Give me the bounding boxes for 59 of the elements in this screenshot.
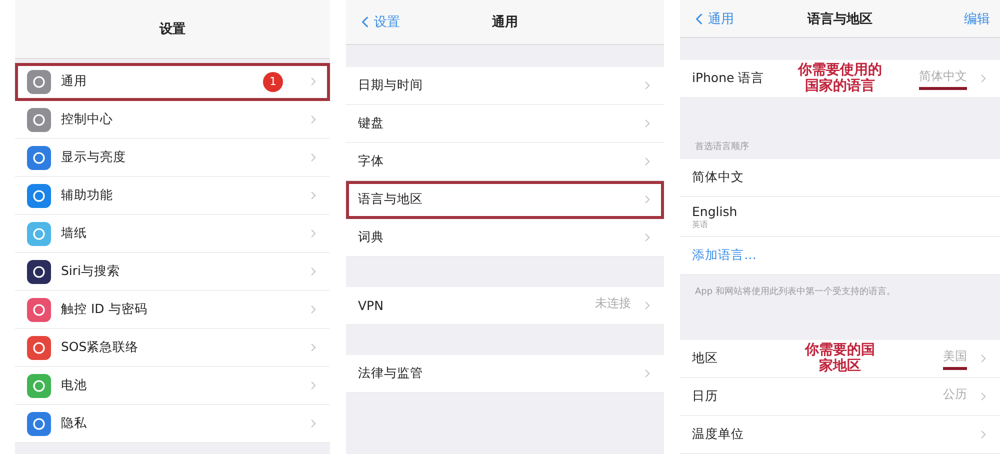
- row-label: Siri与搜索: [61, 263, 120, 280]
- row-label: 隐私: [61, 415, 87, 432]
- row-value: 简体中文: [919, 68, 967, 90]
- row-label: 地区: [692, 350, 718, 367]
- row-label: 触控 ID 与密码: [61, 301, 148, 318]
- annotation-note: 你需要的国 家地区: [805, 342, 875, 374]
- list-row[interactable]: 地区 你需要的国 家地区 美国: [680, 340, 1000, 378]
- list-row[interactable]: 辅助功能: [15, 177, 330, 215]
- annotation-note: 你需要使用的 国家的语言: [798, 62, 882, 94]
- row-label: 日期与时间: [358, 77, 423, 94]
- row-label: 电池: [61, 377, 87, 394]
- row-value: 美国: [943, 348, 967, 370]
- list-row[interactable]: 法律与监管: [346, 355, 664, 393]
- row-label: 法律与监管: [358, 365, 423, 382]
- list-row[interactable]: 词典: [346, 219, 664, 257]
- row-label: 显示与亮度: [61, 149, 126, 166]
- row-label: iPhone 语言: [692, 70, 764, 87]
- section-footer: App 和网站将使用此列表中第一个受支持的语言。: [680, 275, 1000, 310]
- list-row[interactable]: 墙纸: [15, 215, 330, 253]
- list-row[interactable]: iPhone 语言 你需要使用的 国家的语言 简体中文: [680, 60, 1000, 98]
- row-label: 语言与地区: [358, 191, 423, 208]
- row-value: 公历: [943, 386, 967, 402]
- list-row[interactable]: 触控 ID 与密码: [15, 291, 330, 329]
- row-label: 辅助功能: [61, 187, 113, 204]
- row-label: 键盘: [358, 115, 384, 132]
- list-row[interactable]: 键盘: [346, 105, 664, 143]
- screen-title: 设置: [160, 21, 186, 38]
- highlighted-list-row[interactable]: 语言与地区: [346, 181, 664, 219]
- list-row[interactable]: 电池: [15, 367, 330, 405]
- screen-title: 通用: [492, 14, 518, 31]
- row-value: 未连接: [595, 294, 631, 312]
- list-row[interactable]: 日历 公历: [680, 378, 1000, 416]
- list-row[interactable]: Siri与搜索: [15, 253, 330, 291]
- list-row[interactable]: 隐私: [15, 405, 330, 443]
- row-label: SOS紧急联络: [61, 339, 139, 356]
- row-label: 控制中心: [61, 111, 113, 128]
- row-label: 通用: [61, 73, 87, 90]
- list-row[interactable]: 显示与亮度: [15, 139, 330, 177]
- highlighted-list-row[interactable]: 通用 1: [15, 63, 330, 101]
- list-row[interactable]: 日期与时间: [346, 67, 664, 105]
- row-sublabel: 英语: [692, 219, 709, 230]
- list-row[interactable]: VPN 未连接: [346, 287, 664, 325]
- row-label: 词典: [358, 229, 384, 246]
- list-row[interactable]: 温度单位: [680, 416, 1000, 454]
- list-row[interactable]: SOS紧急联络: [15, 329, 330, 367]
- row-label: 简体中文: [692, 169, 744, 186]
- list-row[interactable]: 控制中心: [15, 101, 330, 139]
- row-label: 日历: [692, 388, 718, 405]
- list-row[interactable]: 字体: [346, 143, 664, 181]
- list-row[interactable]: English 英语: [680, 197, 1000, 237]
- row-label: 字体: [358, 153, 384, 170]
- screen-title: 语言与地区: [808, 10, 872, 28]
- list-row[interactable]: 简体中文: [680, 159, 1000, 197]
- notification-badge: 1: [263, 72, 283, 92]
- row-label: English: [692, 204, 738, 218]
- row-label: VPN: [358, 298, 384, 313]
- section-header: 首选语言顺序: [694, 140, 750, 154]
- row-label: 墙纸: [61, 225, 87, 242]
- row-label: 温度单位: [692, 426, 744, 443]
